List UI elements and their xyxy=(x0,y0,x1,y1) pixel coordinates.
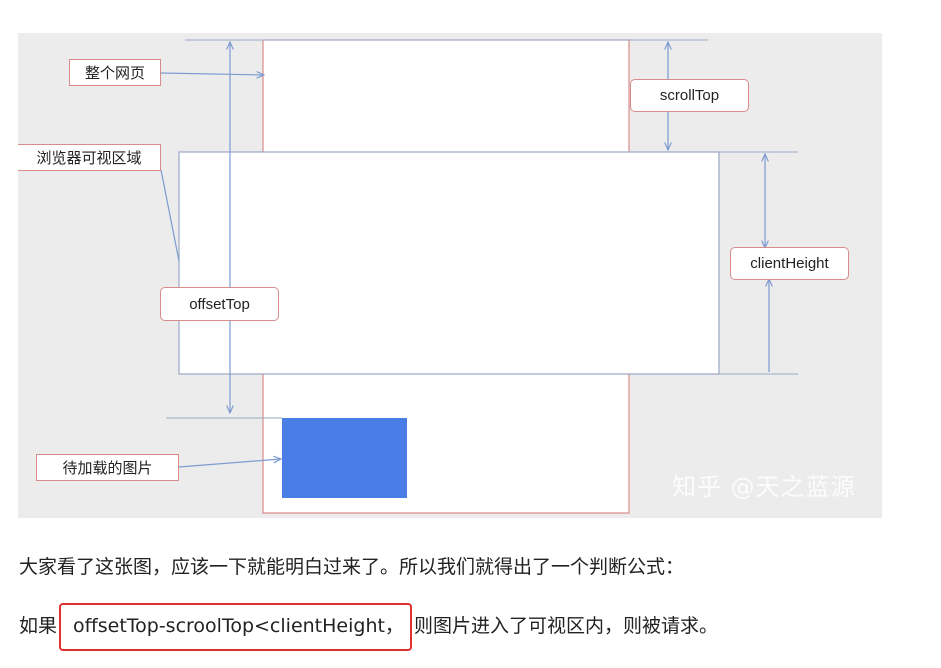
viewport-label: 浏览器可视区域 xyxy=(18,144,161,171)
scrolltop-label: scrollTop xyxy=(630,79,749,112)
whole-page-label: 整个网页 xyxy=(69,59,161,86)
image-block xyxy=(282,418,407,498)
paragraph-2-suffix: 则图片进入了可视区内，则被请求。 xyxy=(413,615,718,637)
paragraph-2: 如果 offsetTop-scroolTop<clientHeight， 则图片进入… xyxy=(19,603,718,651)
formula-box: offsetTop-scroolTop<clientHeight， xyxy=(59,603,412,651)
whole-page-pointer xyxy=(160,73,264,75)
viewport-rect xyxy=(178,151,720,375)
paragraph-2-prefix: 如果 xyxy=(19,615,58,637)
clientheight-label: clientHeight xyxy=(730,247,849,280)
image-to-load-label: 待加载的图片 xyxy=(36,454,179,481)
lazyload-diagram: 整个网页 浏览器可视区域 scrollTop clientHeight offs… xyxy=(18,33,882,518)
paragraph-1: 大家看了这张图，应该一下就能明白过来了。所以我们就得出了一个判断公式： xyxy=(19,556,685,578)
viewport-pointer xyxy=(160,169,180,262)
watermark: 知乎 @天之蓝源 xyxy=(672,473,856,501)
offsettop-label: offsetTop xyxy=(160,287,279,321)
formula-text: offsetTop-scroolTop<clientHeight， xyxy=(73,615,404,637)
